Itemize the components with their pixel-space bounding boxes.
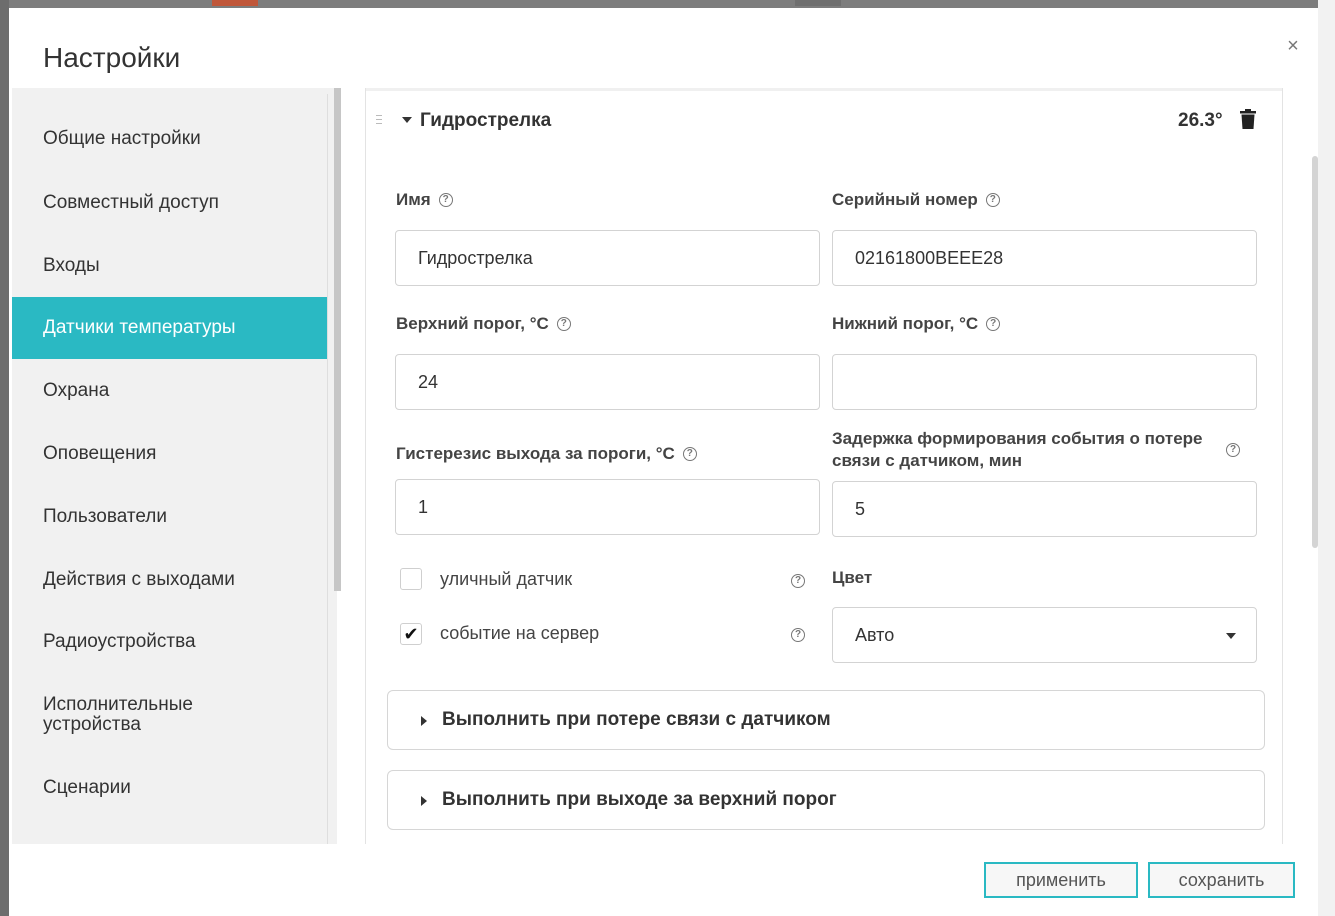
save-button[interactable]: сохранить xyxy=(1148,862,1295,898)
card-top-border xyxy=(366,88,1282,91)
settings-sidebar: Общие настройки Совместный доступ Входы … xyxy=(12,88,337,844)
sidebar-item-output-actions[interactable]: Действия с выходами xyxy=(12,549,328,611)
dialog-title: Настройки xyxy=(43,42,181,73)
sensor-temperature: 26.3° xyxy=(1178,110,1223,131)
apply-button[interactable]: применить xyxy=(984,862,1138,898)
upper-threshold-input[interactable] xyxy=(395,354,820,410)
settings-dialog: Настройки × Общие настройки Совместный д… xyxy=(9,8,1318,916)
sensor-title: Гидрострелка xyxy=(420,110,552,131)
delay-label: Задержка формирования события о потере с… xyxy=(832,428,1252,472)
sidebar-item-notifications[interactable]: Оповещения xyxy=(12,423,328,485)
dropdown-arrow-icon xyxy=(1226,633,1236,639)
sidebar-divider xyxy=(327,94,328,844)
sidebar-item-users[interactable]: Пользователи xyxy=(12,486,328,548)
server-event-checkbox[interactable]: ✔ xyxy=(400,623,422,645)
sidebar-item-general[interactable]: Общие настройки xyxy=(12,108,328,170)
server-event-label: событие на сервер xyxy=(440,623,600,643)
serial-label-text: Серийный номер xyxy=(832,190,978,209)
help-icon[interactable]: ? xyxy=(1226,443,1240,457)
sidebar-item-shared-access[interactable]: Совместный доступ xyxy=(12,172,328,234)
panel-title: Выполнить при потере связи с датчиком xyxy=(442,709,831,730)
background-mark xyxy=(795,0,841,6)
upper-threshold-label-text: Верхний порог, °C xyxy=(396,314,549,333)
color-label: Цвет xyxy=(832,568,873,587)
sidebar-item-radio-devices[interactable]: Радиоустройства xyxy=(12,611,328,673)
background-right-edge xyxy=(1318,0,1335,916)
color-select-value: Авто xyxy=(855,624,895,645)
name-label-text: Имя xyxy=(396,190,431,209)
delay-label-text: Задержка формирования события о потере с… xyxy=(832,429,1203,470)
trash-icon[interactable] xyxy=(1240,109,1256,129)
sidebar-item-security[interactable]: Охрана xyxy=(12,360,328,422)
help-icon[interactable]: ? xyxy=(556,317,571,331)
sidebar-scrollbar[interactable] xyxy=(334,88,341,591)
collapse-caret-icon[interactable] xyxy=(402,117,412,123)
lower-threshold-input[interactable] xyxy=(832,354,1257,410)
help-icon[interactable]: ? xyxy=(985,193,1000,207)
help-icon[interactable]: ? xyxy=(438,193,453,207)
delay-input[interactable] xyxy=(832,481,1257,537)
name-input[interactable] xyxy=(395,230,820,286)
serial-label: Серийный номер ? xyxy=(832,190,1000,210)
color-select[interactable]: Авто xyxy=(832,607,1257,663)
hysteresis-input[interactable] xyxy=(395,479,820,535)
sidebar-item-actuators[interactable]: Исполнительные устройства xyxy=(12,684,232,746)
lower-threshold-label: Нижний порог, °C ? xyxy=(832,314,1001,334)
outdoor-sensor-checkbox[interactable] xyxy=(400,568,422,590)
background-left-edge xyxy=(0,0,9,916)
upper-threshold-label: Верхний порог, °C ? xyxy=(396,314,571,334)
hysteresis-label: Гистерезис выхода за пороги, °C ? xyxy=(396,444,697,464)
help-icon[interactable]: ? xyxy=(791,628,805,642)
hysteresis-label-text: Гистерезис выхода за пороги, °C xyxy=(396,444,675,463)
content-scrollbar[interactable] xyxy=(1312,156,1318,548)
panel-on-upper-threshold[interactable]: Выполнить при выходе за верхний порог xyxy=(387,770,1265,830)
help-icon[interactable]: ? xyxy=(682,447,697,461)
lower-threshold-label-text: Нижний порог, °C xyxy=(832,314,979,333)
help-icon[interactable]: ? xyxy=(791,574,805,588)
sidebar-item-inputs[interactable]: Входы xyxy=(12,235,328,297)
background-app-strip xyxy=(0,0,1335,8)
panel-on-connection-loss[interactable]: Выполнить при потере связи с датчиком xyxy=(387,690,1265,750)
outdoor-sensor-label: уличный датчик xyxy=(440,569,573,589)
close-icon[interactable]: × xyxy=(1283,36,1303,56)
name-label: Имя ? xyxy=(396,190,453,210)
background-mark xyxy=(212,0,258,6)
sidebar-item-temperature-sensors[interactable]: Датчики температуры xyxy=(12,297,328,359)
sensor-card: Гидрострелка 26.3° Имя ? Серийный номер … xyxy=(365,88,1283,844)
caret-right-icon xyxy=(421,716,427,726)
caret-right-icon xyxy=(421,796,427,806)
panel-title: Выполнить при выходе за верхний порог xyxy=(442,789,837,810)
help-icon[interactable]: ? xyxy=(986,317,1001,331)
drag-handle-icon[interactable] xyxy=(376,114,382,128)
serial-input[interactable] xyxy=(832,230,1257,286)
sidebar-item-scenarios[interactable]: Сценарии xyxy=(12,757,328,819)
